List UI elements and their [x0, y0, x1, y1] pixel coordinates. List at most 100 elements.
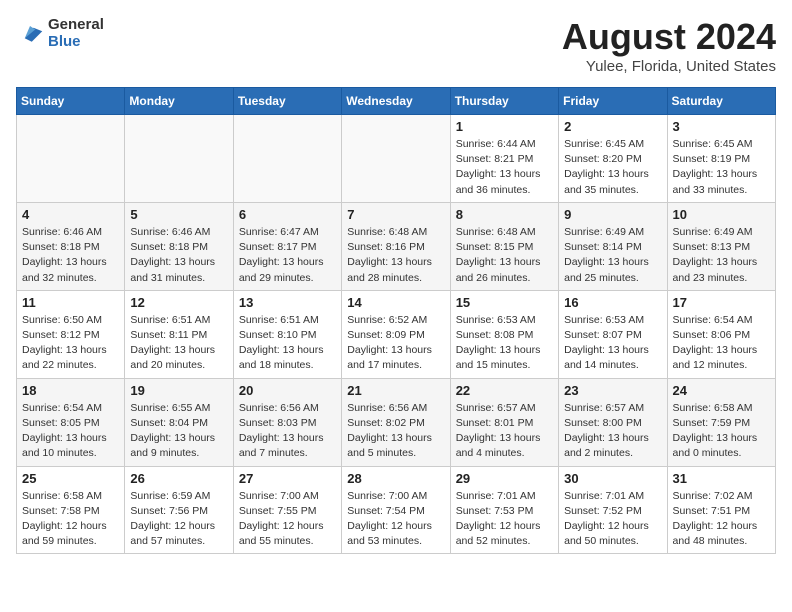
day-info: Sunrise: 6:51 AM Sunset: 8:10 PM Dayligh… — [239, 313, 336, 374]
day-number: 15 — [456, 295, 553, 310]
calendar-cell — [342, 115, 450, 203]
day-number: 19 — [130, 383, 227, 398]
calendar-cell: 15 Sunrise: 6:53 AM Sunset: 8:08 PM Dayli… — [450, 290, 558, 378]
day-number: 24 — [673, 383, 770, 398]
day-info: Sunrise: 7:00 AM Sunset: 7:54 PM Dayligh… — [347, 489, 444, 550]
calendar-cell: 27 Sunrise: 7:00 AM Sunset: 7:55 PM Dayli… — [233, 466, 341, 554]
day-info: Sunrise: 6:45 AM Sunset: 8:20 PM Dayligh… — [564, 137, 661, 198]
day-number: 16 — [564, 295, 661, 310]
day-number: 23 — [564, 383, 661, 398]
day-number: 27 — [239, 471, 336, 486]
calendar-cell: 23 Sunrise: 6:57 AM Sunset: 8:00 PM Dayli… — [559, 378, 667, 466]
calendar-cell: 19 Sunrise: 6:55 AM Sunset: 8:04 PM Dayli… — [125, 378, 233, 466]
day-info: Sunrise: 6:53 AM Sunset: 8:07 PM Dayligh… — [564, 313, 661, 374]
calendar-cell — [233, 115, 341, 203]
day-info: Sunrise: 6:56 AM Sunset: 8:02 PM Dayligh… — [347, 401, 444, 462]
day-number: 7 — [347, 207, 444, 222]
calendar-cell: 9 Sunrise: 6:49 AM Sunset: 8:14 PM Daylig… — [559, 202, 667, 290]
weekday-header-row: SundayMondayTuesdayWednesdayThursdayFrid… — [17, 88, 776, 115]
calendar-cell: 21 Sunrise: 6:56 AM Sunset: 8:02 PM Dayli… — [342, 378, 450, 466]
calendar-cell: 25Sunrise: 6:58 AM Sunset: 7:58 PM Dayli… — [17, 466, 125, 554]
day-number: 8 — [456, 207, 553, 222]
calendar-cell: 8 Sunrise: 6:48 AM Sunset: 8:15 PM Daylig… — [450, 202, 558, 290]
weekday-header-sunday: Sunday — [17, 88, 125, 115]
day-info: Sunrise: 7:00 AM Sunset: 7:55 PM Dayligh… — [239, 489, 336, 550]
calendar-cell: 12 Sunrise: 6:51 AM Sunset: 8:11 PM Dayli… — [125, 290, 233, 378]
day-info: Sunrise: 6:47 AM Sunset: 8:17 PM Dayligh… — [239, 225, 336, 286]
calendar-cell: 13 Sunrise: 6:51 AM Sunset: 8:10 PM Dayli… — [233, 290, 341, 378]
day-info: Sunrise: 6:59 AM Sunset: 7:56 PM Dayligh… — [130, 489, 227, 550]
day-info: Sunrise: 6:48 AM Sunset: 8:16 PM Dayligh… — [347, 225, 444, 286]
day-info: Sunrise: 6:57 AM Sunset: 8:01 PM Dayligh… — [456, 401, 553, 462]
day-number: 21 — [347, 383, 444, 398]
logo-blue: Blue — [48, 33, 104, 50]
day-number: 2 — [564, 119, 661, 134]
title-block: August 2024 Yulee, Florida, United State… — [562, 16, 776, 75]
day-number: 6 — [239, 207, 336, 222]
logo-text: General Blue — [48, 16, 104, 50]
calendar-cell: 16 Sunrise: 6:53 AM Sunset: 8:07 PM Dayli… — [559, 290, 667, 378]
day-info: Sunrise: 6:53 AM Sunset: 8:08 PM Dayligh… — [456, 313, 553, 374]
weekday-header-friday: Friday — [559, 88, 667, 115]
day-number: 1 — [456, 119, 553, 134]
day-info: Sunrise: 6:50 AM Sunset: 8:12 PM Dayligh… — [22, 313, 119, 374]
day-number: 26 — [130, 471, 227, 486]
day-number: 9 — [564, 207, 661, 222]
day-number: 5 — [130, 207, 227, 222]
calendar-cell: 10Sunrise: 6:49 AM Sunset: 8:13 PM Dayli… — [667, 202, 775, 290]
day-info: Sunrise: 7:02 AM Sunset: 7:51 PM Dayligh… — [673, 489, 770, 550]
day-info: Sunrise: 6:46 AM Sunset: 8:18 PM Dayligh… — [22, 225, 119, 286]
day-number: 25 — [22, 471, 119, 486]
calendar-week-row: 25Sunrise: 6:58 AM Sunset: 7:58 PM Dayli… — [17, 466, 776, 554]
weekday-header-tuesday: Tuesday — [233, 88, 341, 115]
calendar-cell: 7 Sunrise: 6:48 AM Sunset: 8:16 PM Daylig… — [342, 202, 450, 290]
day-info: Sunrise: 6:55 AM Sunset: 8:04 PM Dayligh… — [130, 401, 227, 462]
day-number: 4 — [22, 207, 119, 222]
calendar-cell: 2 Sunrise: 6:45 AM Sunset: 8:20 PM Daylig… — [559, 115, 667, 203]
calendar-week-row: 11 Sunrise: 6:50 AM Sunset: 8:12 PM Dayli… — [17, 290, 776, 378]
calendar-cell: 17 Sunrise: 6:54 AM Sunset: 8:06 PM Dayli… — [667, 290, 775, 378]
day-info: Sunrise: 6:44 AM Sunset: 8:21 PM Dayligh… — [456, 137, 553, 198]
calendar-cell: 22 Sunrise: 6:57 AM Sunset: 8:01 PM Dayli… — [450, 378, 558, 466]
calendar-cell: 3Sunrise: 6:45 AM Sunset: 8:19 PM Daylig… — [667, 115, 775, 203]
weekday-header-thursday: Thursday — [450, 88, 558, 115]
day-info: Sunrise: 6:46 AM Sunset: 8:18 PM Dayligh… — [130, 225, 227, 286]
calendar-cell: 18 Sunrise: 6:54 AM Sunset: 8:05 PM Dayli… — [17, 378, 125, 466]
day-number: 22 — [456, 383, 553, 398]
day-info: Sunrise: 6:54 AM Sunset: 8:06 PM Dayligh… — [673, 313, 770, 374]
calendar-cell: 4 Sunrise: 6:46 AM Sunset: 8:18 PM Daylig… — [17, 202, 125, 290]
calendar-cell: 20Sunrise: 6:56 AM Sunset: 8:03 PM Dayli… — [233, 378, 341, 466]
day-number: 18 — [22, 383, 119, 398]
day-info: Sunrise: 6:54 AM Sunset: 8:05 PM Dayligh… — [22, 401, 119, 462]
day-info: Sunrise: 6:57 AM Sunset: 8:00 PM Dayligh… — [564, 401, 661, 462]
day-info: Sunrise: 7:01 AM Sunset: 7:53 PM Dayligh… — [456, 489, 553, 550]
calendar-cell: 24Sunrise: 6:58 AM Sunset: 7:59 PM Dayli… — [667, 378, 775, 466]
day-info: Sunrise: 6:49 AM Sunset: 8:14 PM Dayligh… — [564, 225, 661, 286]
day-info: Sunrise: 6:56 AM Sunset: 8:03 PM Dayligh… — [239, 401, 336, 462]
calendar-cell: 14Sunrise: 6:52 AM Sunset: 8:09 PM Dayli… — [342, 290, 450, 378]
calendar-cell: 1 Sunrise: 6:44 AM Sunset: 8:21 PM Daylig… — [450, 115, 558, 203]
day-number: 11 — [22, 295, 119, 310]
calendar-cell: 26 Sunrise: 6:59 AM Sunset: 7:56 PM Dayli… — [125, 466, 233, 554]
weekday-header-saturday: Saturday — [667, 88, 775, 115]
day-number: 31 — [673, 471, 770, 486]
day-number: 17 — [673, 295, 770, 310]
day-number: 28 — [347, 471, 444, 486]
calendar-week-row: 1 Sunrise: 6:44 AM Sunset: 8:21 PM Daylig… — [17, 115, 776, 203]
day-info: Sunrise: 6:51 AM Sunset: 8:11 PM Dayligh… — [130, 313, 227, 374]
calendar-cell — [17, 115, 125, 203]
calendar-cell: 31 Sunrise: 7:02 AM Sunset: 7:51 PM Dayli… — [667, 466, 775, 554]
calendar-week-row: 18 Sunrise: 6:54 AM Sunset: 8:05 PM Dayli… — [17, 378, 776, 466]
location-subtitle: Yulee, Florida, United States — [562, 58, 776, 75]
calendar-cell — [125, 115, 233, 203]
calendar-cell: 29Sunrise: 7:01 AM Sunset: 7:53 PM Dayli… — [450, 466, 558, 554]
logo-icon — [16, 19, 44, 47]
calendar-week-row: 4 Sunrise: 6:46 AM Sunset: 8:18 PM Daylig… — [17, 202, 776, 290]
day-info: Sunrise: 6:48 AM Sunset: 8:15 PM Dayligh… — [456, 225, 553, 286]
day-number: 13 — [239, 295, 336, 310]
weekday-header-wednesday: Wednesday — [342, 88, 450, 115]
day-info: Sunrise: 7:01 AM Sunset: 7:52 PM Dayligh… — [564, 489, 661, 550]
day-number: 12 — [130, 295, 227, 310]
day-info: Sunrise: 6:52 AM Sunset: 8:09 PM Dayligh… — [347, 313, 444, 374]
page-header: General Blue August 2024 Yulee, Florida,… — [16, 16, 776, 75]
